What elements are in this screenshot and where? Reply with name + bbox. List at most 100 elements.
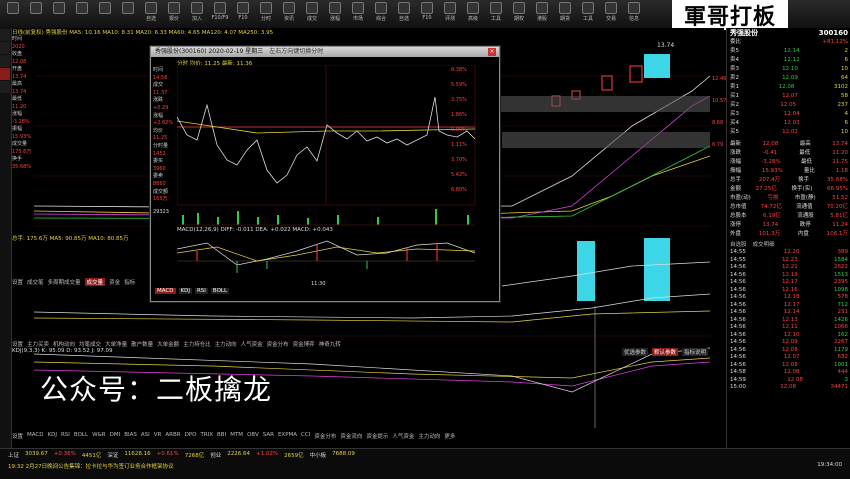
tab-BBI[interactable]: BBI [217,432,226,440]
tab-RSI[interactable]: RSI [61,432,70,440]
sidebar-item-4[interactable] [0,68,10,80]
tab-大单净量[interactable]: 大单净量 [105,340,127,348]
toolbar-button[interactable]: 信息 [623,0,645,26]
tab-CCI[interactable]: CCI [301,432,310,440]
quote-label: 金额 [730,186,742,192]
tab-资金博弈[interactable]: 资金博弈 [293,340,315,348]
order-price: 12.10 [782,66,798,72]
tab-watchlist[interactable]: 自选股 [730,240,747,248]
tab-资金流向[interactable]: 资金流向 [340,432,362,440]
tick-row: 14:55 12.20 389 [727,249,850,257]
tab-EXPMA[interactable]: EXPMA [278,432,297,440]
tab-设置[interactable]: 设置 [12,340,23,348]
tab-指标[interactable]: 指标 [124,278,135,286]
default-params-button[interactable]: 默认参数 [652,348,679,356]
toolbar-button[interactable]: 工具 [577,0,599,26]
toolbar-button[interactable]: 涨幅 [324,0,346,26]
toolbar-button[interactable]: 期货 [554,0,576,26]
tab-MACD[interactable]: MACD [27,432,44,440]
toolbar-button[interactable]: F10/F9 [209,0,231,26]
order-volume: 6 [844,57,849,63]
news-ticker[interactable]: 19:32 2月27日晚间公告集锦：拉卡拉与华为签订业务合作框架协议 [8,462,174,470]
tab-主力买卖[interactable]: 主力买卖 [27,340,49,348]
popup-tab-KDJ[interactable]: KDJ [178,288,192,294]
sidebar-item-5[interactable] [0,81,10,93]
popup-tab-BOLL[interactable]: BOLL [210,288,230,294]
toolbar-button[interactable] [71,0,93,26]
tab-资金分布[interactable]: 资金分布 [314,432,336,440]
tab-主力动向[interactable]: 主力动向 [418,432,440,440]
tab-成交量[interactable]: 成交量 [84,278,106,286]
toolbar-button[interactable]: 高级 [462,0,484,26]
tab-资金分布[interactable]: 资金分布 [267,340,289,348]
toolbar-button[interactable]: 评测 [439,0,461,26]
tab-W&R[interactable]: W&R [92,432,106,440]
toolbar-button[interactable]: 综合 [370,0,392,26]
quote-label: 市盈(静) [794,195,816,201]
popup-tab-MACD[interactable]: MACD [155,288,176,294]
tab-散户数量[interactable]: 散户数量 [131,340,153,348]
tab-DMI[interactable]: DMI [110,432,121,440]
tab-均笔成交[interactable]: 均笔成交 [79,340,101,348]
toolbar-button[interactable]: 资讯 [278,0,300,26]
popup-tab-RSI[interactable]: RSI [194,288,208,294]
toolbar-button[interactable] [117,0,139,26]
toolbar-button[interactable]: 自选 [393,0,415,26]
tab-人气资金[interactable]: 人气资金 [241,340,263,348]
toolbar-button[interactable]: F10 [232,0,254,26]
quote-value: 207.4万 [758,177,781,183]
toolbar-button[interactable]: 自选 [140,0,162,26]
indicator-help-button[interactable]: 指标说明 [682,348,709,356]
toolbar-button[interactable] [48,0,70,26]
tab-BOLL[interactable]: BOLL [74,432,88,440]
tab-大单金额[interactable]: 大单金额 [157,340,179,348]
toolbar-button[interactable]: 工具 [485,0,507,26]
toolbar-button[interactable]: 交易 [600,0,622,26]
toolbar-button[interactable]: 期权 [508,0,530,26]
tab-主力持仓比[interactable]: 主力持仓比 [183,340,211,348]
tab-设置[interactable]: 设置 [12,432,23,440]
tab-OBV[interactable]: OBV [247,432,259,440]
tab-TRIX[interactable]: TRIX [200,432,213,440]
sidebar-item-2[interactable] [0,42,10,54]
tab-人气资金[interactable]: 人气资金 [392,432,414,440]
preferred-params-button[interactable]: 优选参数 [622,348,649,356]
tab-DPO[interactable]: DPO [185,432,197,440]
tab-ARBR[interactable]: ARBR [165,432,180,440]
tab-神奇九转[interactable]: 神奇九转 [319,340,341,348]
tab-资金[interactable]: 资金 [109,278,120,286]
tab-ASI[interactable]: ASI [141,432,150,440]
tab-机构动向[interactable]: 机构动向 [53,340,75,348]
tab-MTM[interactable]: MTM [230,432,243,440]
tick-volume: 1584 [833,256,848,263]
tab-SAR[interactable]: SAR [263,432,274,440]
tab-BIAS[interactable]: BIAS [124,432,137,440]
toolbar-button[interactable] [94,0,116,26]
tab-KDJ[interactable]: KDJ [48,432,57,440]
tab-多周期成交量[interactable]: 多周期成交量 [48,278,81,286]
brand-banner: 軍哥打板 [672,0,788,30]
toolbar-button[interactable]: 港股 [531,0,553,26]
toolbar-button[interactable]: 分时 [255,0,277,26]
tab-设置[interactable]: 设置 [12,278,23,286]
close-icon[interactable]: × [488,48,496,56]
tab-主力动向[interactable]: 主力动向 [215,340,237,348]
toolbar-button[interactable]: F10 [416,0,438,26]
tab-trade-detail[interactable]: 成交明细 [753,240,775,248]
sidebar-item-1[interactable] [0,29,10,41]
tick-volume: 578 [837,294,848,300]
tab-更多[interactable]: 更多 [444,432,455,440]
toolbar-button[interactable]: 市场 [347,0,369,26]
sidebar-item-3[interactable] [0,55,10,67]
tab-VR[interactable]: VR [154,432,162,440]
toolbar-button[interactable] [2,0,24,26]
stock-title: 秀强股份 300160 [727,28,850,38]
toolbar-button[interactable] [25,0,47,26]
tab-成交笔[interactable]: 成交笔 [27,278,44,286]
toolbar-button[interactable]: 报价 [163,0,185,26]
popup-titlebar[interactable]: 秀强股份(300160) 2020-02-19 星期三 左右方向键切换分时 [151,47,499,57]
intraday-popup[interactable]: 秀强股份(300160) 2020-02-19 星期三 左右方向键切换分时 × … [150,46,500,302]
toolbar-button[interactable]: 加入 [186,0,208,26]
toolbar-button[interactable]: 成交 [301,0,323,26]
tab-资金提示[interactable]: 资金提示 [366,432,388,440]
